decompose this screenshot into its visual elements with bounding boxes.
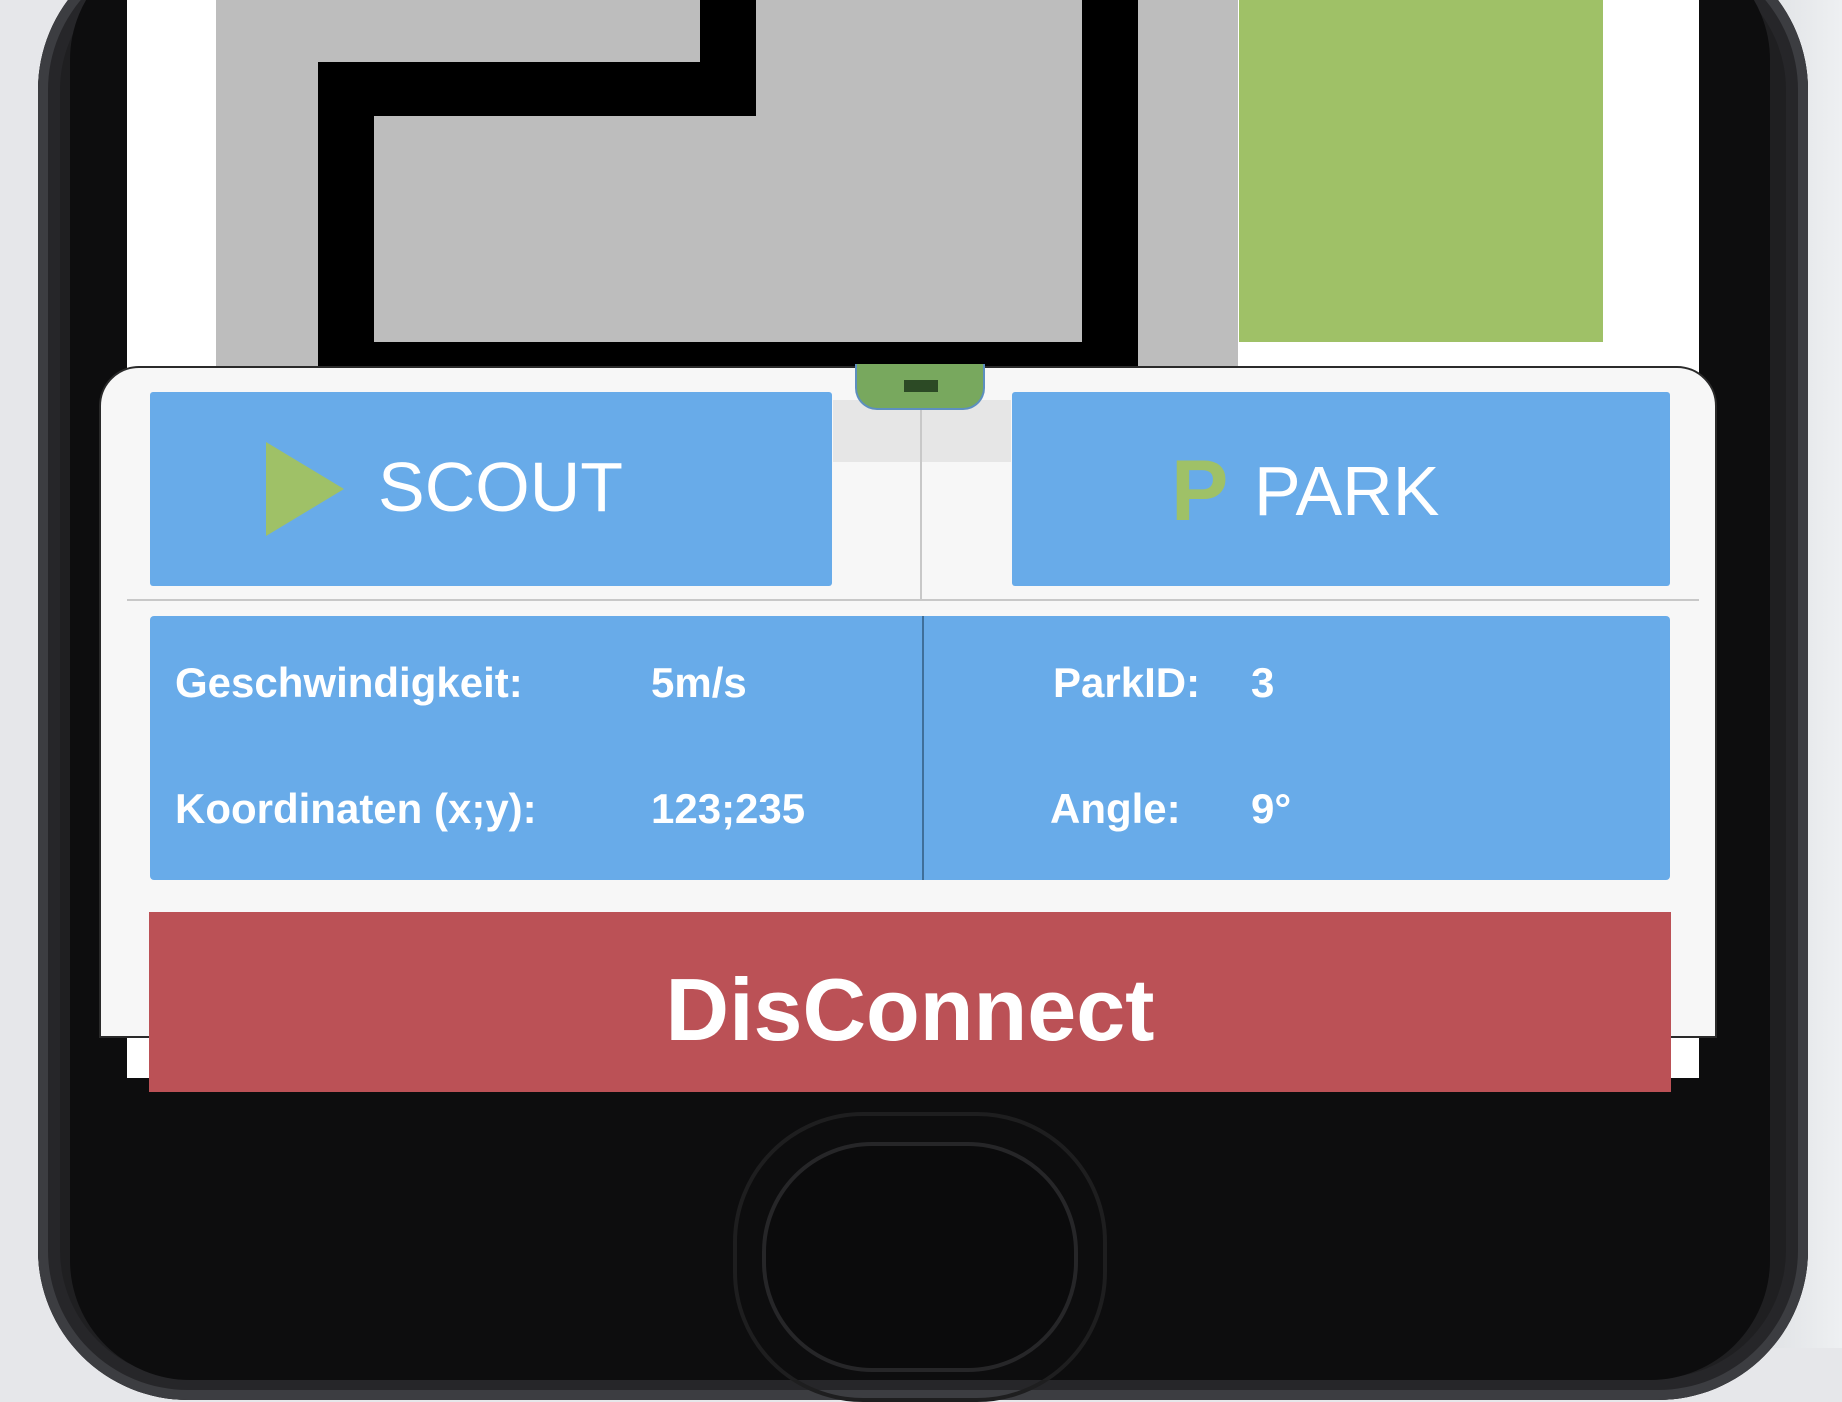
speed-value: 5m/s bbox=[651, 659, 747, 706]
parkid-value: 3 bbox=[1251, 659, 1275, 706]
play-icon bbox=[266, 442, 344, 536]
divider bbox=[922, 616, 924, 880]
coordinates-value: 123;235 bbox=[651, 785, 806, 832]
speed-label: Geschwindigkeit: bbox=[175, 659, 523, 706]
angle-value: 9° bbox=[1251, 785, 1292, 832]
disconnect-button[interactable]: DisConnect bbox=[149, 912, 1671, 1092]
scout-button[interactable]: SCOUT bbox=[150, 392, 832, 586]
coordinates-label: Koordinaten (x;y): bbox=[175, 785, 537, 832]
parking-icon: P bbox=[1171, 443, 1229, 539]
disconnect-button-label: DisConnect bbox=[665, 960, 1155, 1059]
divider bbox=[920, 410, 922, 600]
status-panel: Geschwindigkeit: 5m/s Koordinaten (x;y):… bbox=[150, 616, 1670, 880]
angle-label: Angle: bbox=[1050, 785, 1181, 832]
scout-button-label: SCOUT bbox=[378, 448, 623, 526]
drag-handle-icon[interactable] bbox=[855, 364, 985, 410]
road-path bbox=[318, 62, 756, 116]
grip-bar bbox=[904, 380, 938, 392]
park-button[interactable]: P PARK bbox=[1012, 392, 1670, 586]
park-button-label: PARK bbox=[1254, 452, 1440, 530]
parkid-label: ParkID: bbox=[1053, 659, 1201, 706]
home-button-icon[interactable] bbox=[762, 1142, 1078, 1372]
parking-area[interactable] bbox=[1239, 0, 1603, 342]
divider bbox=[127, 599, 1699, 601]
